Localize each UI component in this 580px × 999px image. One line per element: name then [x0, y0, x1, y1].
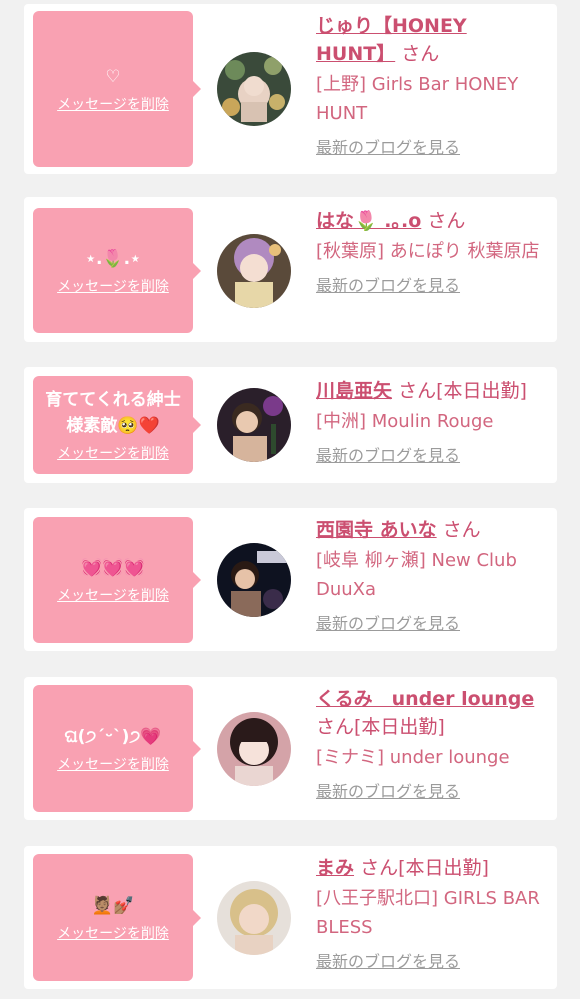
- message-bubble: 育ててくれる紳士様素敵🥺❤️ メッセージを削除: [33, 376, 201, 474]
- san-suffix: さん[本日出勤]: [360, 857, 489, 879]
- name-link[interactable]: くるみ under lounge: [316, 688, 534, 710]
- delete-message-link[interactable]: メッセージを削除: [57, 754, 169, 774]
- avatar[interactable]: [217, 712, 291, 786]
- list-item: 💆🏽💅🏽 メッセージを削除 まみ さん[本日出勤] [八王子駅北口] GIRLS…: [24, 846, 557, 989]
- name-line: じゅり【HONEY HUNT】 さん: [316, 12, 548, 68]
- shop-name: [秋葉原] あにぽり 秋葉原店: [316, 241, 540, 262]
- avatar-photo: [217, 712, 291, 786]
- list-item: 育ててくれる紳士様素敵🥺❤️ メッセージを削除 川島亜矢 さん[本日出勤] [中…: [24, 367, 557, 483]
- shop-name: [岐阜 柳ヶ瀬] New Club DuuXa: [316, 550, 517, 600]
- avatar-photo: [217, 234, 291, 308]
- san-suffix: さん: [401, 43, 440, 65]
- list-item: ଘ(੭ˊᵕˋ)੭💗 メッセージを削除 くるみ under lounge さん[本…: [24, 677, 557, 820]
- list-item: 💓💓💓 メッセージを削除 西園寺 あいな さん [岐阜 柳ヶ瀬] New Clu…: [24, 508, 557, 651]
- avatar[interactable]: [217, 543, 291, 617]
- list-item: ♡ メッセージを削除 じゅり【HONEY HUNT】 さん [上野] Girls…: [24, 4, 557, 174]
- name-line: 川島亜矢 さん[本日出勤]: [316, 377, 548, 405]
- blog-link[interactable]: 最新のブログを見る: [316, 274, 548, 298]
- entry-info: じゅり【HONEY HUNT】 さん [上野] Girls Bar HONEY …: [316, 12, 548, 160]
- delete-message-link[interactable]: メッセージを削除: [57, 923, 169, 943]
- message-text: ଘ(੭ˊᵕˋ)੭💗: [64, 726, 162, 747]
- blog-link[interactable]: 最新のブログを見る: [316, 612, 548, 636]
- shop-name: [中洲] Moulin Rouge: [316, 411, 494, 432]
- san-suffix: さん: [427, 210, 466, 232]
- message-bubble: ଘ(੭ˊᵕˋ)੭💗 メッセージを削除: [33, 685, 201, 812]
- san-suffix: さん: [442, 519, 481, 541]
- avatar[interactable]: [217, 234, 291, 308]
- message-text: 💆🏽💅🏽: [91, 895, 135, 916]
- san-suffix: さん[本日出勤]: [398, 380, 527, 402]
- message-text: ♡: [105, 67, 121, 87]
- girl-list: ♡ メッセージを削除 じゅり【HONEY HUNT】 さん [上野] Girls…: [0, 0, 580, 999]
- message-bubble: 💓💓💓 メッセージを削除: [33, 517, 201, 643]
- blog-link[interactable]: 最新のブログを見る: [316, 780, 548, 804]
- shop-name: [上野] Girls Bar HONEY HUNT: [316, 74, 519, 124]
- delete-message-link[interactable]: メッセージを削除: [57, 443, 169, 463]
- delete-message-link[interactable]: メッセージを削除: [57, 585, 169, 605]
- name-link[interactable]: じゅり【HONEY HUNT】: [316, 15, 467, 65]
- entry-info: くるみ under lounge さん[本日出勤] [ミナミ] under lo…: [316, 685, 548, 804]
- entry-info: 西園寺 あいな さん [岐阜 柳ヶ瀬] New Club DuuXa 最新のブロ…: [316, 516, 548, 636]
- avatar[interactable]: [217, 52, 291, 126]
- blog-link[interactable]: 最新のブログを見る: [316, 136, 548, 160]
- name-line: くるみ under lounge さん[本日出勤]: [316, 685, 548, 741]
- avatar-photo: [217, 881, 291, 955]
- list-item: ⋆.🌷.⋆ メッセージを削除 はな🌷 .｡.o さん [秋葉原] あにぽり 秋葉…: [24, 197, 557, 342]
- shop-name: [八王子駅北口] GIRLS BAR BLESS: [316, 888, 540, 938]
- name-link[interactable]: まみ: [316, 857, 354, 879]
- delete-message-link[interactable]: メッセージを削除: [57, 276, 169, 296]
- delete-message-link[interactable]: メッセージを削除: [57, 94, 169, 114]
- blog-link[interactable]: 最新のブログを見る: [316, 444, 548, 468]
- name-link[interactable]: 川島亜矢: [316, 380, 392, 402]
- message-bubble: 💆🏽💅🏽 メッセージを削除: [33, 854, 201, 981]
- san-suffix: さん[本日出勤]: [316, 716, 445, 738]
- name-line: まみ さん[本日出勤]: [316, 854, 548, 882]
- message-text: 💓💓💓: [81, 558, 145, 578]
- entry-info: はな🌷 .｡.o さん [秋葉原] あにぽり 秋葉原店 最新のブログを見る: [316, 207, 548, 298]
- avatar[interactable]: [217, 388, 291, 462]
- name-line: はな🌷 .｡.o さん: [316, 207, 548, 235]
- entry-info: 川島亜矢 さん[本日出勤] [中洲] Moulin Rouge 最新のブログを見…: [316, 377, 548, 468]
- avatar-photo: [217, 52, 291, 126]
- blog-link[interactable]: 最新のブログを見る: [316, 950, 548, 974]
- name-link[interactable]: 西園寺 あいな: [316, 519, 437, 541]
- message-bubble: ⋆.🌷.⋆ メッセージを削除: [33, 208, 201, 333]
- entry-info: まみ さん[本日出勤] [八王子駅北口] GIRLS BAR BLESS 最新の…: [316, 854, 548, 974]
- name-line: 西園寺 あいな さん: [316, 516, 548, 544]
- message-text: ⋆.🌷.⋆: [85, 248, 141, 269]
- avatar[interactable]: [217, 881, 291, 955]
- avatar-photo: [217, 388, 291, 462]
- message-text: 育ててくれる紳士様素敵🥺❤️: [45, 390, 181, 436]
- message-bubble: ♡ メッセージを削除: [33, 11, 201, 167]
- avatar-photo: [217, 543, 291, 617]
- name-link[interactable]: はな🌷 .｡.o: [316, 210, 421, 232]
- shop-name: [ミナミ] under lounge: [316, 747, 510, 768]
